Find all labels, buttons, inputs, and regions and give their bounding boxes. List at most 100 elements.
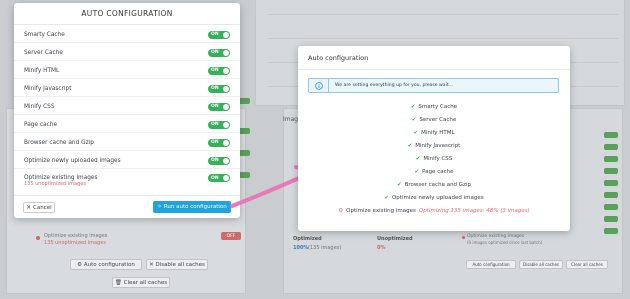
setting-label: Minify CSS bbox=[24, 103, 55, 110]
step-minify-javascript: ✔ Minify Javascript bbox=[298, 143, 570, 149]
bg-toggle bbox=[604, 216, 618, 222]
page-cache-toggle[interactable]: ON bbox=[208, 120, 230, 129]
minify-javascript-toggle[interactable]: ON bbox=[208, 84, 230, 93]
auto-configuration-settings-modal: AUTO CONFIGURATION Smarty Cache ON Serve… bbox=[14, 3, 240, 218]
setting-label: Page cache bbox=[24, 121, 58, 128]
modal-title: Auto configuration bbox=[298, 46, 570, 70]
bg-toggle bbox=[604, 156, 618, 162]
chart-gridline bbox=[268, 38, 618, 39]
close-icon: ✕ bbox=[26, 204, 31, 211]
check-icon: ✔ bbox=[410, 104, 416, 110]
toggle-knob bbox=[223, 139, 229, 146]
toggle-state: ON bbox=[211, 86, 219, 91]
step-label: Optimize existing images bbox=[346, 208, 416, 214]
bg-left-toggle-off[interactable]: OFF bbox=[221, 232, 241, 240]
check-icon: ✔ bbox=[413, 130, 419, 136]
toggle-state: ON bbox=[211, 32, 219, 37]
step-label: Browser cache and Gzip bbox=[404, 182, 471, 188]
bg-toggle bbox=[604, 168, 618, 174]
setting-label: Minify HTML bbox=[24, 67, 60, 74]
step-label: Minify HTML bbox=[421, 130, 455, 136]
bg-right-item-sub: (0 images optimized since last batch) bbox=[467, 240, 543, 245]
setting-row-minify-html: Minify HTML ON bbox=[14, 63, 240, 79]
setting-label: Minify Javascript bbox=[24, 85, 72, 92]
check-icon: ✔ bbox=[415, 156, 421, 162]
setting-row-server-cache: Server Cache ON bbox=[14, 45, 240, 61]
toggle-state: ON bbox=[211, 68, 219, 73]
optimized-label: Optimized bbox=[293, 236, 322, 242]
bg-right-disable-all-button[interactable]: Disable all caches bbox=[519, 260, 563, 269]
toggle-state: ON bbox=[211, 175, 219, 181]
setting-label: Smarty Cache bbox=[24, 31, 65, 38]
optimized-value: 100% bbox=[293, 245, 309, 251]
optimize-new-images-toggle[interactable]: ON bbox=[208, 156, 230, 165]
check-icon: ✔ bbox=[411, 117, 417, 123]
setting-row-minify-javascript: Minify Javascript ON bbox=[14, 81, 240, 97]
step-label: Optimize newly uploaded images bbox=[391, 195, 484, 201]
unoptimized-value: 0% bbox=[377, 245, 386, 251]
setting-label: Server Cache bbox=[24, 49, 63, 56]
warning-dot-icon bbox=[462, 236, 465, 239]
setting-row-browser-cache: Browser cache and Gzip ON bbox=[14, 135, 240, 151]
bg-left-item-label: Optimize existing images bbox=[44, 233, 108, 239]
server-cache-toggle[interactable]: ON bbox=[208, 48, 230, 57]
auto-configuration-progress-modal: Auto configuration We are setting everyt… bbox=[298, 46, 570, 231]
cancel-button[interactable]: ✕ Cancel bbox=[23, 202, 55, 213]
toggle-knob bbox=[223, 49, 229, 56]
optimized-sub: (135 images) bbox=[308, 245, 342, 251]
magic-wand-icon: ✧ bbox=[157, 204, 162, 210]
warning-dot-icon bbox=[36, 236, 40, 240]
unoptimized-images-count: 135 unoptimized images bbox=[24, 181, 86, 187]
bg-right-clear-all-button[interactable]: Clear all caches bbox=[566, 260, 608, 269]
unoptimized-label: Unoptimized bbox=[377, 236, 413, 242]
toggle-knob bbox=[223, 67, 229, 74]
modal-footer: ✕ Cancel ✧ Run auto configuration bbox=[14, 195, 240, 218]
check-icon: ✔ bbox=[414, 169, 420, 175]
minify-css-toggle[interactable]: ON bbox=[208, 102, 230, 111]
step-label: Minify CSS bbox=[423, 156, 453, 162]
info-icon bbox=[309, 79, 329, 92]
toggle-state: ON bbox=[211, 158, 219, 163]
bg-toggle bbox=[604, 228, 618, 234]
step-smarty-cache: ✔ Smarty Cache bbox=[298, 104, 570, 110]
bg-clear-all-button[interactable]: 🗑 Clear all caches bbox=[112, 277, 170, 288]
spinner-icon: ⚙ bbox=[338, 208, 344, 214]
optimize-existing-images-toggle[interactable]: ON bbox=[208, 174, 230, 182]
bg-toggle bbox=[604, 204, 618, 210]
bg-disable-all-button[interactable]: ✕ Disable all caches bbox=[146, 259, 208, 270]
toggle-knob bbox=[223, 103, 229, 110]
step-label: Smarty Cache bbox=[418, 104, 458, 110]
toggle-state: ON bbox=[211, 140, 219, 145]
setting-row-optimize-existing-images: Optimize existing images 135 unoptimized… bbox=[14, 171, 240, 191]
toggle-knob bbox=[223, 31, 229, 38]
browser-cache-toggle[interactable]: ON bbox=[208, 138, 230, 147]
smarty-cache-toggle[interactable]: ON bbox=[208, 30, 230, 39]
toggle-knob bbox=[223, 85, 229, 92]
minify-html-toggle[interactable]: ON bbox=[208, 66, 230, 75]
step-optimize-new-images: ✔ Optimize newly uploaded images bbox=[298, 195, 570, 201]
bg-toggle bbox=[604, 180, 618, 186]
bg-disable-all-label: Disable all caches bbox=[155, 261, 205, 268]
step-page-cache: ✔ Page cache bbox=[298, 169, 570, 175]
bg-toggle bbox=[604, 192, 618, 198]
bg-right-auto-config-button[interactable]: Auto configuration bbox=[466, 260, 516, 269]
check-icon: ✔ bbox=[397, 182, 402, 188]
info-text: We are setting everything up for you, pl… bbox=[335, 83, 454, 88]
cancel-label: Cancel bbox=[32, 204, 52, 211]
bg-right-item-label: Optimize existing images bbox=[467, 234, 525, 239]
bg-auto-config-label: Auto configuration bbox=[83, 261, 135, 268]
setting-row-minify-css: Minify CSS ON bbox=[14, 99, 240, 115]
run-auto-configuration-button[interactable]: ✧ Run auto configuration bbox=[153, 201, 231, 213]
check-icon: ✔ bbox=[384, 195, 389, 201]
step-optimize-existing-images: ⚙ Optimize existing images Optimizing 135 … bbox=[298, 208, 570, 214]
setting-row-smarty-cache: Smarty Cache ON bbox=[14, 27, 240, 43]
bg-toggle bbox=[604, 132, 618, 138]
step-browser-cache: ✔ Browser cache and Gzip bbox=[298, 182, 570, 188]
bg-auto-config-button[interactable]: ⚙ Auto configuration bbox=[70, 259, 142, 270]
bg-left-item-sub: 135 unoptimized images bbox=[44, 240, 106, 246]
setting-row-optimize-new-images: Optimize newly uploaded images ON bbox=[14, 153, 240, 169]
bg-toggle bbox=[604, 144, 618, 150]
setting-label: Browser cache and Gzip bbox=[24, 139, 94, 146]
run-label: Run auto configuration bbox=[163, 204, 227, 210]
setting-label-group: Optimize existing images 135 unoptimized… bbox=[24, 175, 208, 187]
